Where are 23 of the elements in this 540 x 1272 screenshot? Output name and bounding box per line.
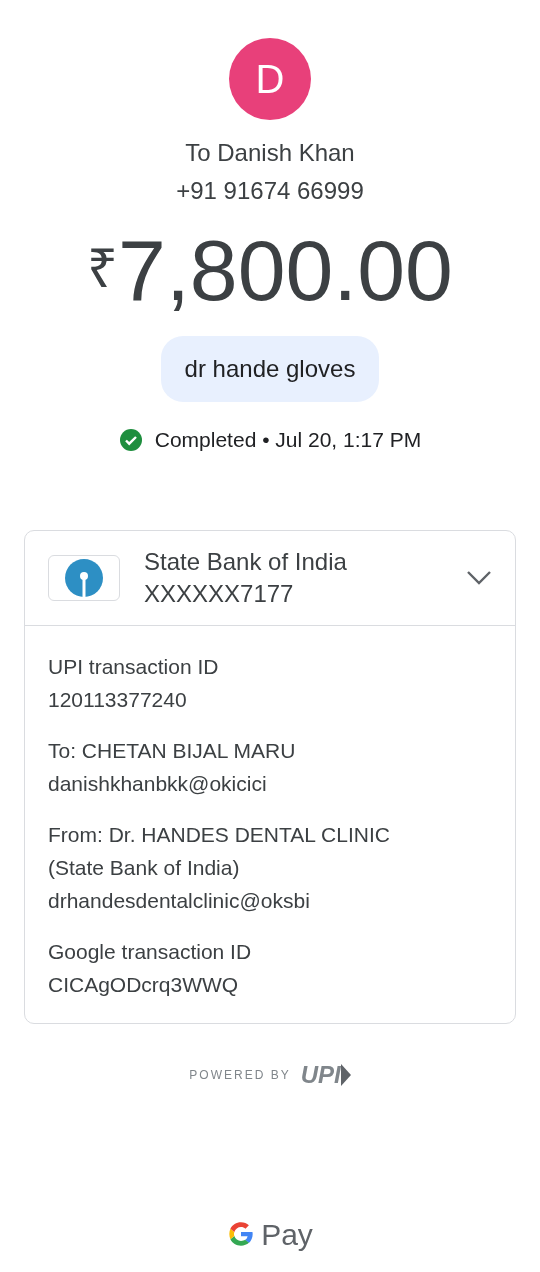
- google-g-icon: [227, 1220, 256, 1248]
- detail-label: UPI transaction ID: [48, 653, 220, 680]
- bank-logo-icon: [48, 554, 120, 601]
- recipient-phone: +91 91674 66999: [176, 176, 364, 206]
- powered-by-label: POWERED BY: [189, 1066, 291, 1084]
- bank-name: State Bank of India: [144, 546, 348, 577]
- detail-value: CICAgODcrq3WWQ: [48, 971, 240, 998]
- detail-value: (State Bank of India): [48, 854, 241, 881]
- recipient-name: To Danish Khan: [185, 138, 355, 168]
- note-chip: dr hande gloves: [160, 336, 380, 402]
- detail-value: 120113377240: [48, 686, 188, 713]
- detail-label: From: Dr. HANDES DENTAL CLINIC: [48, 821, 391, 848]
- amount: ₹7,800.00: [87, 221, 453, 320]
- upi-logo: UPI: [300, 1061, 351, 1088]
- avatar: D: [229, 38, 311, 120]
- status-text: Completed • Jul 20, 1:17 PM: [154, 427, 422, 453]
- chevron-down-icon[interactable]: [466, 569, 492, 586]
- detail-value: danishkhanbkk@okicici: [48, 770, 268, 797]
- brand-name: Pay: [261, 1216, 313, 1253]
- account-number: XXXXXX7177: [144, 578, 295, 609]
- detail-value: drhandesdentalclinic@oksbi: [48, 887, 311, 914]
- detail-label: Google transaction ID: [48, 938, 253, 965]
- detail-label: To: CHETAN BIJAL MARU: [48, 737, 297, 764]
